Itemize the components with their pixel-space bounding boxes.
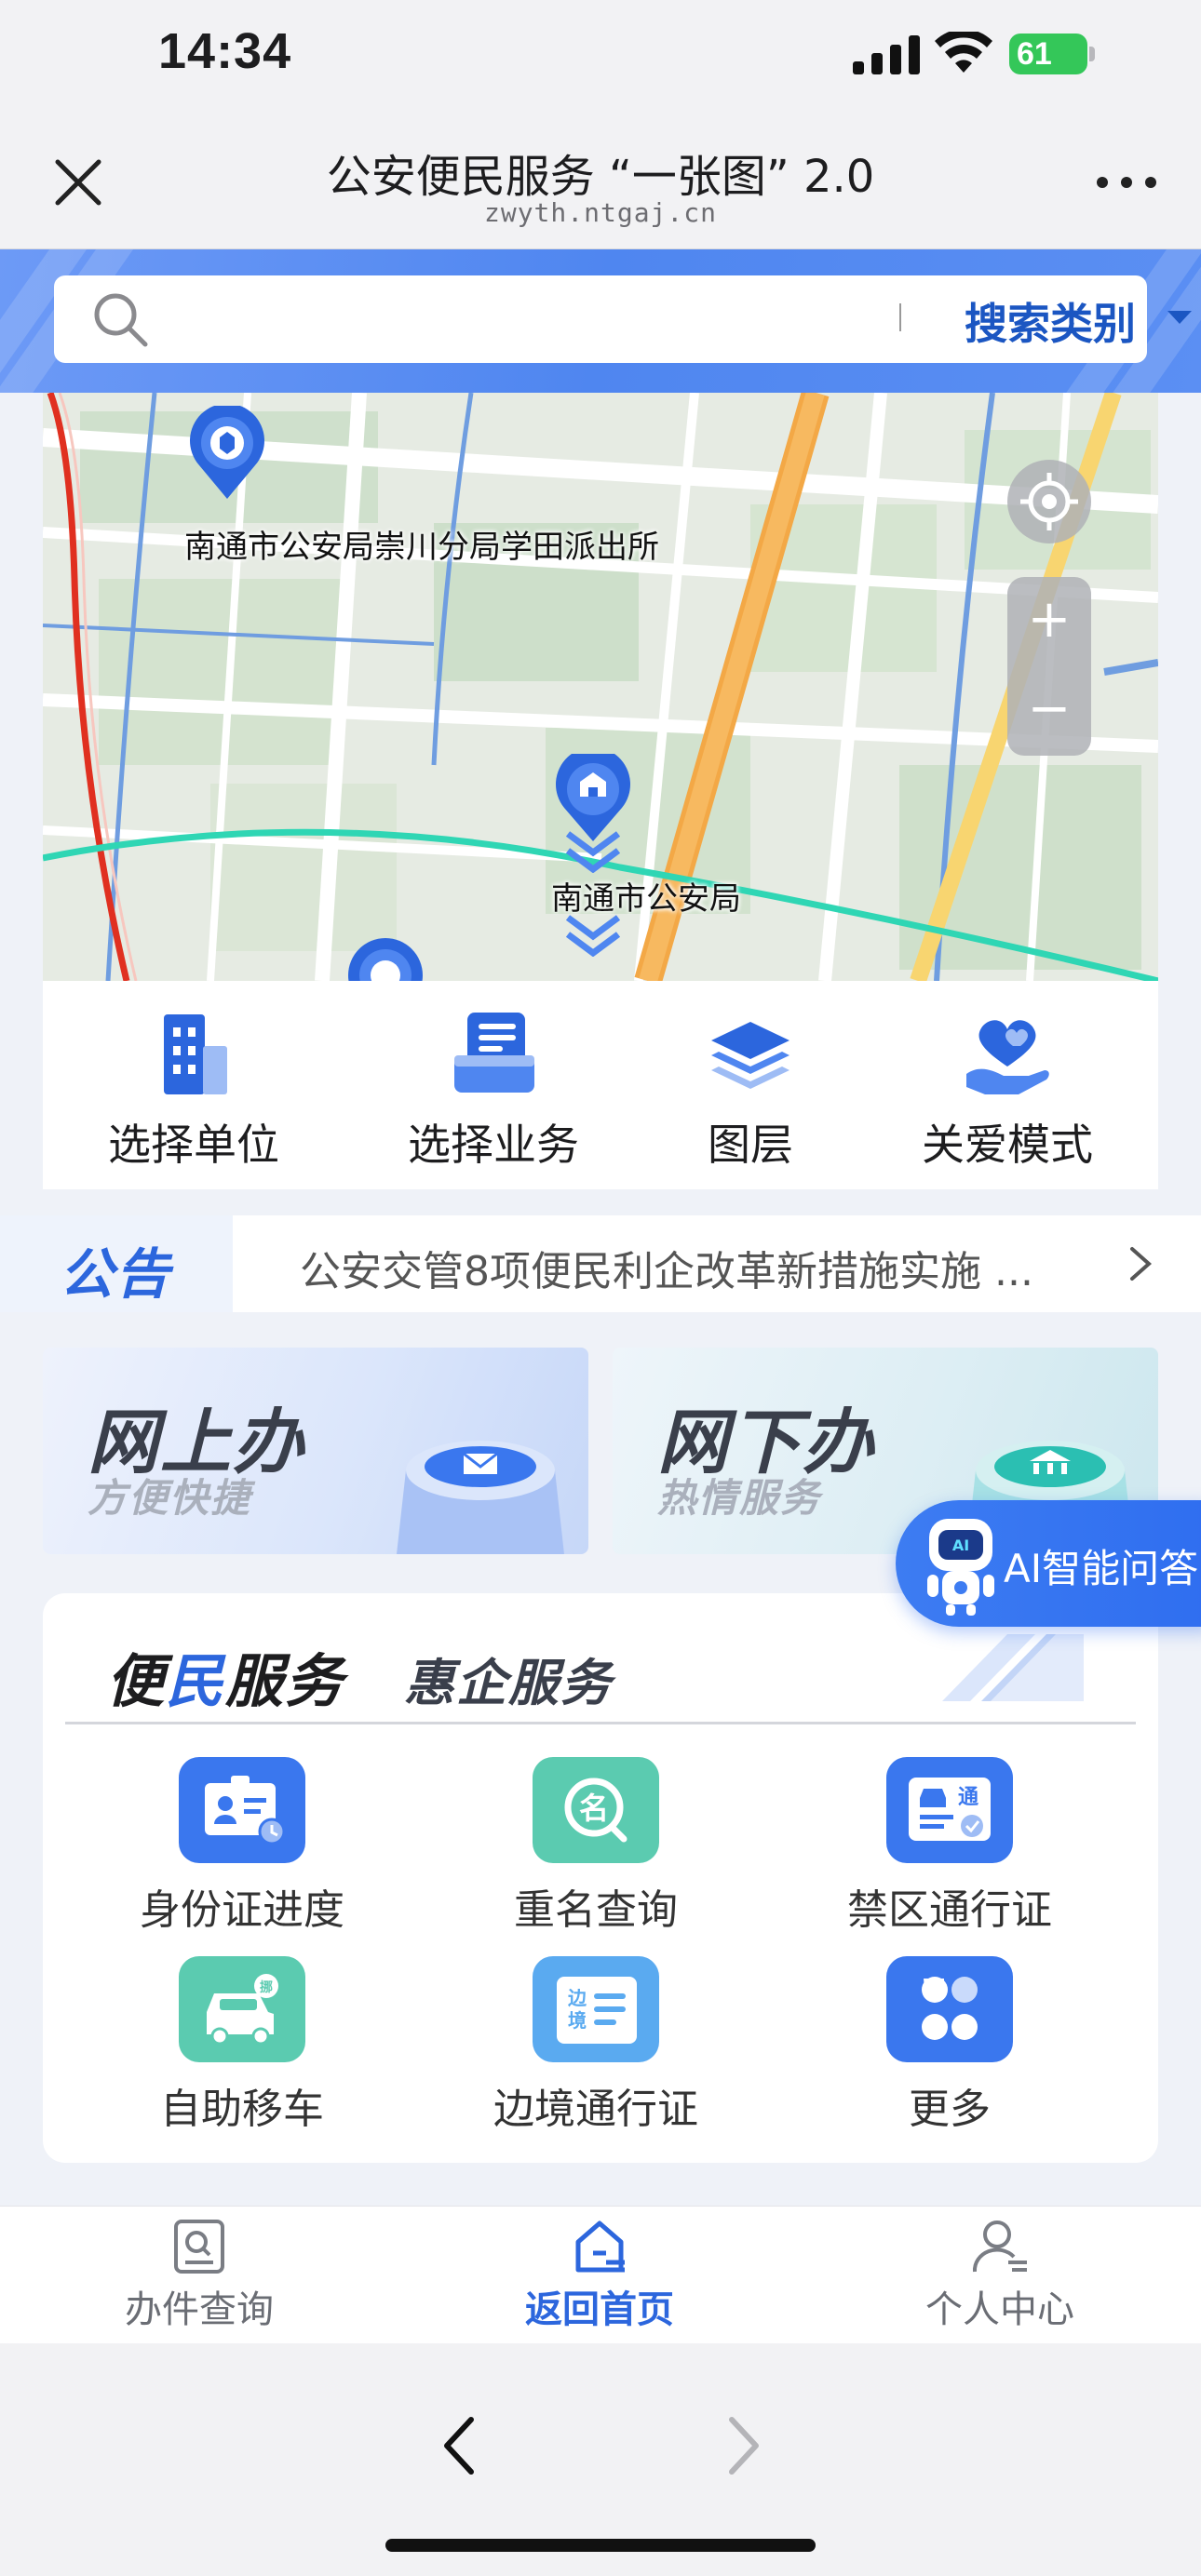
action-label: 图层	[708, 1120, 793, 1170]
tab-profile[interactable]: 个人中心	[860, 2216, 1140, 2333]
announcement-text[interactable]: 公安交管8项便民利企改革新措施实施 ...	[300, 1238, 1100, 1297]
service-label: 更多	[909, 2086, 991, 2133]
police-station-pin-icon[interactable]	[344, 938, 426, 981]
status-bar: 14:34 61	[0, 0, 1201, 112]
name-search-icon: 名	[533, 1757, 659, 1863]
nav-header: 公安便民服务 “一张图” 2.0 zwyth.ntgaj.cn	[0, 112, 1201, 249]
locate-icon	[1020, 473, 1078, 530]
home-indicator	[385, 2539, 816, 2552]
tab-label: 返回首页	[525, 2288, 674, 2331]
back-icon[interactable]	[432, 2410, 488, 2481]
more-options-icon[interactable]	[1089, 164, 1164, 201]
action-care-mode[interactable]: 关爱模式	[886, 1009, 1128, 1173]
svg-text:挪: 挪	[260, 1979, 273, 1995]
service-label: 身份证进度	[140, 1886, 344, 1934]
tab-citizen-services[interactable]: 便民服务	[106, 1634, 344, 1718]
services-panel: 便民服务 惠企服务 身份证进度 名 重名查询 通 禁区通行证 挪 自助移车 边 …	[43, 1593, 1158, 2163]
profile-icon	[972, 2220, 1027, 2273]
poi-label[interactable]: 南通市公安局	[551, 873, 741, 919]
search-band: 搜索类别	[0, 249, 1201, 393]
case-query-icon	[174, 2220, 224, 2274]
locate-button[interactable]	[1007, 460, 1091, 543]
move-car-icon: 挪	[179, 1956, 305, 2062]
decorative-stripes	[942, 1634, 1084, 1701]
action-layers[interactable]: 图层	[629, 1009, 871, 1173]
chevron-double-icon	[565, 915, 621, 957]
police-station-pin-icon[interactable]	[186, 406, 268, 503]
search-type-dropdown[interactable]: 搜索类别	[965, 290, 1136, 352]
battery-icon: 61	[1009, 34, 1095, 74]
zoom-out-button[interactable]: −	[1007, 666, 1091, 756]
svg-text:名: 名	[579, 1791, 609, 1826]
tab-enterprise-services[interactable]: 惠企服务	[404, 1642, 613, 1715]
service-move-car[interactable]: 挪 自助移车	[102, 1956, 382, 2135]
action-select-unit[interactable]: 选择单位	[73, 1009, 315, 1173]
svg-text:AI: AI	[952, 1536, 969, 1554]
wifi-icon	[935, 32, 992, 73]
map-view[interactable]: 南通市公安局崇川分局学田派出所 南通市公安局 + −	[43, 393, 1158, 981]
page-url: zwyth.ntgaj.cn	[483, 197, 717, 228]
cellular-signal-icon	[853, 35, 920, 74]
tab-case-query[interactable]: 办件查询	[60, 2216, 339, 2333]
care-heart-icon	[966, 1020, 1049, 1094]
search-icon	[94, 293, 148, 347]
search-divider	[899, 303, 901, 331]
restricted-pass-icon: 通	[886, 1757, 1013, 1863]
chevron-down-icon	[1167, 311, 1192, 324]
quick-actions: 选择单位 选择业务 图层 关爱模式	[43, 981, 1158, 1189]
card-subtitle: 热情服务	[657, 1475, 822, 1521]
building-icon	[164, 1014, 227, 1094]
action-select-business[interactable]: 选择业务	[372, 1009, 614, 1173]
action-label: 关爱模式	[922, 1120, 1093, 1170]
service-label: 重名查询	[514, 1886, 678, 1934]
service-border-pass[interactable]: 边 境 边境通行证	[456, 1956, 735, 2135]
announcement-badge: 公告	[0, 1215, 233, 1312]
search-box[interactable]: 搜索类别	[54, 275, 1192, 363]
ai-assistant-button[interactable]: AI AI智能问答	[896, 1500, 1201, 1627]
id-card-progress-icon	[179, 1757, 305, 1863]
ai-assistant-label: AI智能问答	[1004, 1546, 1199, 1591]
service-name-search[interactable]: 名 重名查询	[456, 1757, 735, 1936]
zoom-control: + −	[1007, 577, 1091, 756]
search-input[interactable]	[175, 288, 864, 350]
browser-toolbar	[0, 2343, 1201, 2576]
business-icon	[454, 1013, 534, 1093]
service-label: 边境通行证	[493, 2086, 698, 2133]
online-service-card[interactable]: 网上办 方便快捷	[43, 1348, 588, 1554]
service-restricted-pass[interactable]: 通 禁区通行证	[810, 1757, 1089, 1936]
page-title: 公安便民服务 “一张图” 2.0	[326, 151, 875, 203]
action-label: 选择单位	[108, 1120, 279, 1170]
forward-icon[interactable]	[715, 2410, 771, 2481]
svg-text:境: 境	[568, 2009, 587, 2032]
service-label: 禁区通行证	[847, 1886, 1052, 1934]
tab-label: 办件查询	[125, 2288, 274, 2331]
battery-level: 61	[1009, 34, 1087, 74]
divider	[65, 1722, 1136, 1724]
border-pass-icon: 边 境	[533, 1956, 659, 2062]
announcement-badge-label: 公告	[60, 1242, 172, 1306]
card-subtitle: 方便快捷	[88, 1475, 252, 1521]
announcement-bar[interactable]: 公告 公安交管8项便民利企改革新措施实施 ...	[0, 1215, 1201, 1312]
poi-label[interactable]: 南通市公安局崇川分局学田派出所	[184, 521, 659, 567]
more-grid-icon	[886, 1956, 1013, 2062]
layers-icon	[711, 1022, 789, 1089]
home-icon	[575, 2220, 625, 2273]
tab-label: 个人中心	[925, 2288, 1074, 2331]
bottom-tab-bar: 办件查询 返回首页 个人中心	[0, 2206, 1201, 2343]
chevron-double-icon	[565, 831, 621, 873]
status-time: 14:34	[158, 23, 292, 79]
service-label: 自助移车	[160, 2086, 324, 2133]
tab-home[interactable]: 返回首页	[460, 2216, 739, 2333]
chevron-right-icon[interactable]	[1127, 1245, 1154, 1282]
zoom-in-button[interactable]: +	[1007, 577, 1091, 666]
svg-text:边: 边	[567, 1987, 587, 2009]
action-label: 选择业务	[408, 1120, 579, 1170]
online-pedestal-icon	[397, 1441, 564, 1554]
svg-text:通: 通	[958, 1786, 978, 1809]
robot-icon: AI	[927, 1519, 994, 1616]
service-more[interactable]: 更多	[810, 1956, 1089, 2135]
service-id-card-progress[interactable]: 身份证进度	[102, 1757, 382, 1936]
